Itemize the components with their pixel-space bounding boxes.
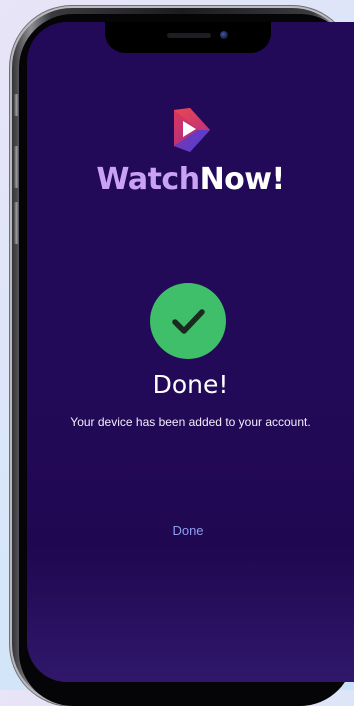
speaker-grille: [167, 33, 211, 38]
checkmark-icon: [172, 309, 205, 334]
brand-logo: WatchNow!: [27, 162, 354, 197]
brand-name-now: Now!: [199, 162, 286, 197]
done-button[interactable]: Done: [140, 516, 236, 546]
success-title: Done!: [152, 370, 229, 399]
app-screen: WatchNow! Done! Your device has been add…: [27, 22, 354, 682]
phone-notch: [105, 22, 271, 53]
brand-name-watch: Watch: [96, 162, 200, 197]
front-camera: [220, 31, 228, 39]
play-logo-icon: [168, 106, 214, 152]
success-message: Your device has been added to your accou…: [70, 415, 311, 429]
success-badge: [150, 283, 226, 359]
